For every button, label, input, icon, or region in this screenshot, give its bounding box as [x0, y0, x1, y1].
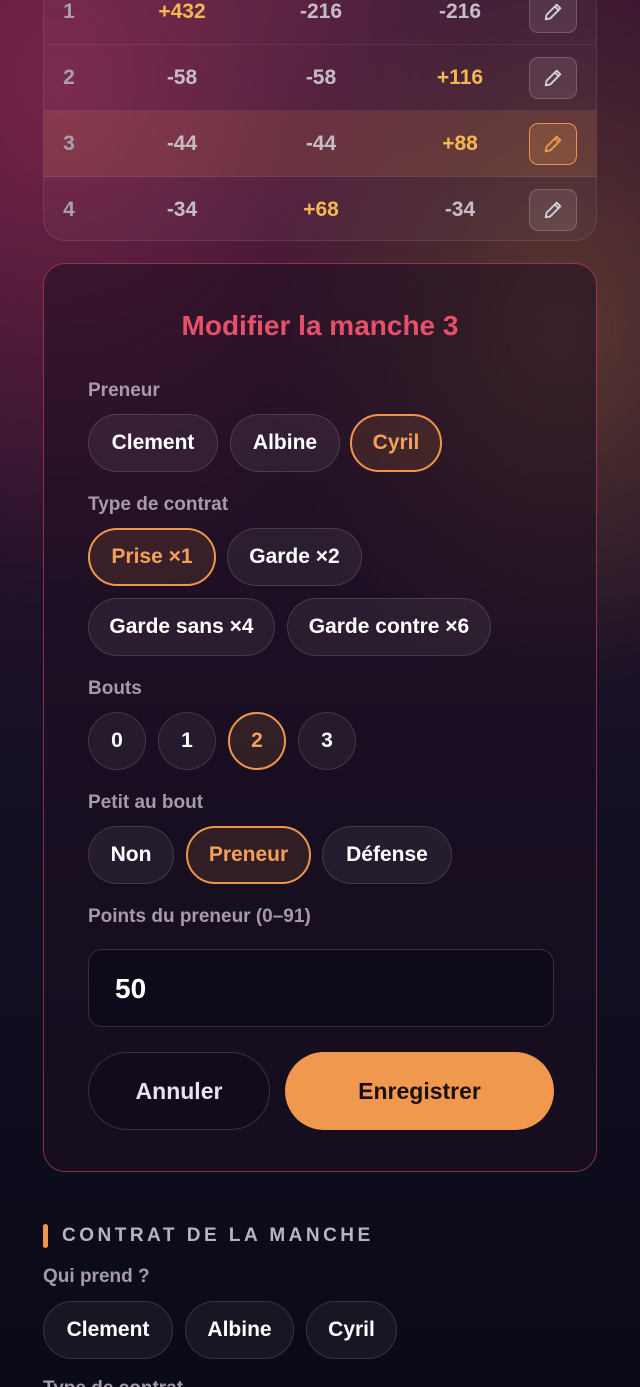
score-row-1: 1 +432 -216 -216	[44, 0, 596, 45]
points-input[interactable]: 50	[88, 949, 554, 1027]
score-player-3: -34	[444, 198, 476, 221]
petit-option-preneur[interactable]: Preneur	[186, 826, 311, 884]
pencil-icon	[544, 135, 562, 153]
contract-type-label: Type de contrat	[43, 1378, 183, 1387]
round-number: 4	[63, 198, 75, 221]
bouts-option-1[interactable]: 1	[158, 712, 216, 770]
score-player-2: -216	[299, 0, 343, 23]
contrat-option-garde-contre[interactable]: Garde contre ×6	[287, 598, 491, 656]
pencil-icon	[544, 3, 562, 21]
edit-round-card: Modifier la manche 3 Preneur Clement Alb…	[43, 263, 597, 1172]
edit-round-2-button[interactable]	[529, 57, 577, 99]
save-button[interactable]: Enregistrer	[285, 1052, 554, 1130]
score-player-3: +88	[442, 132, 478, 155]
contrat-option-prise[interactable]: Prise ×1	[88, 528, 216, 586]
player-option-albine[interactable]: Albine	[185, 1301, 294, 1359]
edit-round-1-button[interactable]	[529, 0, 577, 33]
score-player-3: +116	[436, 66, 484, 89]
petit-option-non[interactable]: Non	[88, 826, 174, 884]
score-player-1: -58	[166, 66, 198, 89]
section-header-text: CONTRAT DE LA MANCHE	[62, 1225, 374, 1246]
contrat-label: Type de contrat	[88, 494, 229, 515]
score-table: 1 +432 -216 -216 2 -58 -58 +116 3 -44 -4…	[43, 0, 597, 241]
player-option-cyril[interactable]: Cyril	[306, 1301, 397, 1359]
score-player-1: -34	[166, 198, 198, 221]
who-takes-label: Qui prend ?	[43, 1266, 150, 1287]
contrat-option-garde[interactable]: Garde ×2	[227, 528, 362, 586]
bouts-option-2[interactable]: 2	[228, 712, 286, 770]
round-number: 1	[63, 0, 75, 23]
points-label: Points du preneur (0–91)	[88, 906, 311, 927]
preneur-option-albine[interactable]: Albine	[230, 414, 340, 472]
preneur-label: Preneur	[88, 380, 160, 401]
score-player-1: -44	[166, 132, 198, 155]
pencil-icon	[544, 201, 562, 219]
card-title: Modifier la manche 3	[181, 310, 459, 341]
pencil-icon	[544, 69, 562, 87]
bouts-option-0[interactable]: 0	[88, 712, 146, 770]
score-row-3: 3 -44 -44 +88	[44, 111, 596, 177]
edit-round-3-button[interactable]	[529, 123, 577, 165]
section-accent-bar	[43, 1224, 48, 1248]
preneur-option-cyril[interactable]: Cyril	[350, 414, 442, 472]
score-row-4: 4 -34 +68 -34	[44, 177, 596, 240]
score-player-3: -216	[438, 0, 482, 23]
preneur-option-clement[interactable]: Clement	[88, 414, 218, 472]
petit-label: Petit au bout	[88, 792, 204, 813]
cancel-button[interactable]: Annuler	[88, 1052, 270, 1130]
player-option-clement[interactable]: Clement	[43, 1301, 173, 1359]
contrat-option-garde-sans[interactable]: Garde sans ×4	[88, 598, 275, 656]
score-player-1: +432	[158, 0, 206, 23]
contrat-section-header: CONTRAT DE LA MANCHE	[43, 1224, 374, 1248]
petit-option-defense[interactable]: Défense	[322, 826, 452, 884]
round-number: 3	[63, 132, 75, 155]
score-player-2: -44	[305, 132, 337, 155]
edit-round-4-button[interactable]	[529, 189, 577, 231]
score-player-2: +68	[303, 198, 339, 221]
round-number: 2	[63, 66, 75, 89]
score-player-2: -58	[305, 66, 337, 89]
bouts-option-3[interactable]: 3	[298, 712, 356, 770]
score-row-2: 2 -58 -58 +116	[44, 45, 596, 111]
bouts-label: Bouts	[88, 678, 142, 699]
